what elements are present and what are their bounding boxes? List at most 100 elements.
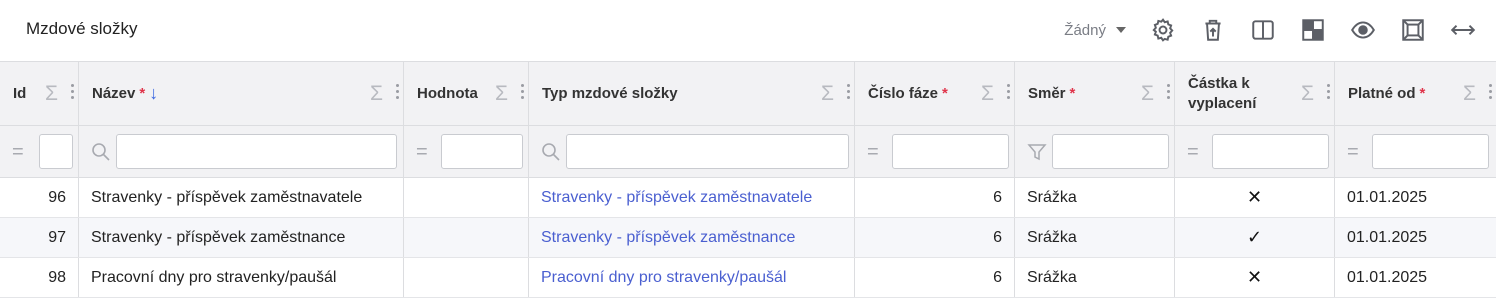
cell-typ-link[interactable]: Pracovní dny pro stravenky/paušál bbox=[529, 258, 855, 297]
caret-down-icon bbox=[1116, 27, 1126, 33]
cell-nazev: Stravenky - příspěvek zaměstnavatele bbox=[79, 178, 404, 217]
column-menu-icon[interactable] bbox=[1167, 84, 1170, 100]
layout-icon[interactable] bbox=[1288, 12, 1338, 48]
header-row: Id Σ Název * ↓ Σ Hodnota Σ Typ mzdové sl… bbox=[0, 62, 1496, 126]
view-select[interactable]: Žádný bbox=[1064, 22, 1126, 39]
cell-hodnota bbox=[404, 258, 529, 297]
column-header-castka[interactable]: Částka k vyplacení Σ bbox=[1175, 62, 1335, 125]
view-select-value: Žádný bbox=[1064, 21, 1106, 39]
table-row[interactable]: 98 Pracovní dny pro stravenky/paušál Pra… bbox=[0, 258, 1496, 298]
required-mark: * bbox=[1069, 85, 1076, 102]
filter-input-castka[interactable] bbox=[1212, 134, 1329, 169]
cell-smer: Srážka bbox=[1015, 218, 1175, 257]
column-header-label: Platné od bbox=[1348, 85, 1416, 102]
sigma-icon[interactable]: Σ bbox=[45, 82, 58, 106]
cell-smer: Srážka bbox=[1015, 178, 1175, 217]
column-header-label: Směr bbox=[1028, 85, 1066, 102]
cell-platne-od: 01.01.2025 bbox=[1347, 188, 1428, 206]
sigma-icon[interactable]: Σ bbox=[370, 82, 383, 106]
column-menu-icon[interactable] bbox=[1327, 84, 1330, 100]
column-header-label: Číslo fáze bbox=[868, 85, 939, 102]
equals-icon[interactable]: = bbox=[12, 142, 32, 162]
cell-typ-link[interactable]: Stravenky - příspěvek zaměstnavatele bbox=[529, 178, 855, 217]
sigma-icon[interactable]: Σ bbox=[1301, 82, 1314, 106]
column-header-smer[interactable]: Směr * Σ bbox=[1015, 62, 1175, 125]
toolbar-actions: Žádný bbox=[1064, 12, 1488, 48]
sigma-icon[interactable]: Σ bbox=[495, 82, 508, 106]
cell-platne-od: 01.01.2025 bbox=[1347, 228, 1428, 246]
column-menu-icon[interactable] bbox=[396, 84, 399, 100]
delete-icon[interactable] bbox=[1188, 12, 1238, 48]
filter-icon[interactable] bbox=[1027, 142, 1047, 162]
cross-icon: ✕ bbox=[1175, 258, 1335, 297]
filter-cell-hodnota: = bbox=[404, 126, 529, 177]
column-header-label: Typ mzdové složky bbox=[542, 85, 678, 102]
sigma-icon[interactable]: Σ bbox=[821, 82, 834, 106]
gear-icon[interactable] bbox=[1138, 12, 1188, 48]
column-menu-icon[interactable] bbox=[71, 84, 74, 100]
column-header-label: Částka k vyplacení bbox=[1188, 74, 1257, 112]
cell-hodnota bbox=[404, 178, 529, 217]
filter-input-cislo-faze[interactable] bbox=[892, 134, 1009, 169]
fit-icon[interactable] bbox=[1388, 12, 1438, 48]
column-menu-icon[interactable] bbox=[847, 84, 850, 100]
column-header-cislo-faze[interactable]: Číslo fáze * Σ bbox=[855, 62, 1015, 125]
column-header-nazev[interactable]: Název * ↓ Σ bbox=[79, 62, 404, 125]
column-menu-icon[interactable] bbox=[1007, 84, 1010, 100]
column-menu-icon[interactable] bbox=[521, 84, 524, 100]
filter-input-hodnota[interactable] bbox=[441, 134, 523, 169]
column-header-typ[interactable]: Typ mzdové složky Σ bbox=[529, 62, 855, 125]
cell-nazev: Pracovní dny pro stravenky/paušál bbox=[79, 258, 404, 297]
cell-nazev: Stravenky - příspěvek zaměstnance bbox=[79, 218, 404, 257]
cell-cislo-faze: 6 bbox=[855, 258, 1015, 297]
filter-cell-platne-od: = bbox=[1335, 126, 1496, 177]
equals-icon[interactable]: = bbox=[1347, 142, 1367, 162]
filter-input-typ[interactable] bbox=[566, 134, 849, 169]
filter-input-nazev[interactable] bbox=[116, 134, 397, 169]
column-menu-icon[interactable] bbox=[1489, 84, 1492, 100]
cell-hodnota bbox=[404, 218, 529, 257]
column-header-label: Id bbox=[13, 85, 27, 102]
sigma-icon[interactable]: Σ bbox=[1141, 82, 1154, 106]
sigma-icon[interactable]: Σ bbox=[981, 82, 994, 106]
filter-cell-cislo-faze: = bbox=[855, 126, 1015, 177]
cell-smer: Srážka bbox=[1015, 258, 1175, 297]
cell-id: 98 bbox=[0, 258, 79, 297]
filter-input-smer[interactable] bbox=[1052, 134, 1169, 169]
table-row[interactable]: 96 Stravenky - příspěvek zaměstnavatele … bbox=[0, 178, 1496, 218]
equals-icon[interactable]: = bbox=[867, 142, 887, 162]
sigma-icon[interactable]: Σ bbox=[1463, 82, 1476, 106]
filter-input-id[interactable] bbox=[39, 134, 73, 169]
equals-icon[interactable]: = bbox=[416, 142, 436, 162]
filter-row: = = = = = bbox=[0, 126, 1496, 178]
required-mark: * bbox=[1419, 85, 1426, 102]
required-mark: * bbox=[942, 85, 948, 102]
cell-cislo-faze: 6 bbox=[855, 178, 1015, 217]
cell-cislo-faze: 6 bbox=[855, 218, 1015, 257]
filter-cell-nazev bbox=[79, 126, 404, 177]
page-title: Mzdové složky bbox=[26, 19, 138, 38]
equals-icon[interactable]: = bbox=[1187, 142, 1207, 162]
cell-id: 96 bbox=[0, 178, 79, 217]
search-icon[interactable] bbox=[541, 142, 561, 162]
expand-width-icon[interactable] bbox=[1438, 12, 1488, 48]
cross-icon: ✕ bbox=[1175, 178, 1335, 217]
grid-toolbar: Mzdové složky Žádný bbox=[0, 0, 1496, 62]
filter-input-platne-od[interactable] bbox=[1372, 134, 1489, 169]
column-header-label: Hodnota bbox=[417, 85, 478, 102]
column-header-platne-od[interactable]: Platné od * Σ bbox=[1335, 62, 1496, 125]
sort-desc-icon[interactable]: ↓ bbox=[149, 83, 158, 104]
cell-platne-od: 01.01.2025 bbox=[1347, 268, 1428, 286]
search-icon[interactable] bbox=[91, 142, 111, 162]
eye-icon[interactable] bbox=[1338, 12, 1388, 48]
filter-cell-typ bbox=[529, 126, 855, 177]
column-header-label: Název bbox=[92, 85, 136, 102]
columns-icon[interactable] bbox=[1238, 12, 1288, 48]
filter-cell-smer bbox=[1015, 126, 1175, 177]
table-row[interactable]: 97 Stravenky - příspěvek zaměstnance Str… bbox=[0, 218, 1496, 258]
filter-cell-id: = bbox=[0, 126, 79, 177]
column-header-hodnota[interactable]: Hodnota Σ bbox=[404, 62, 529, 125]
column-header-id[interactable]: Id Σ bbox=[0, 62, 79, 125]
required-mark: * bbox=[139, 85, 146, 102]
cell-typ-link[interactable]: Stravenky - příspěvek zaměstnance bbox=[529, 218, 855, 257]
